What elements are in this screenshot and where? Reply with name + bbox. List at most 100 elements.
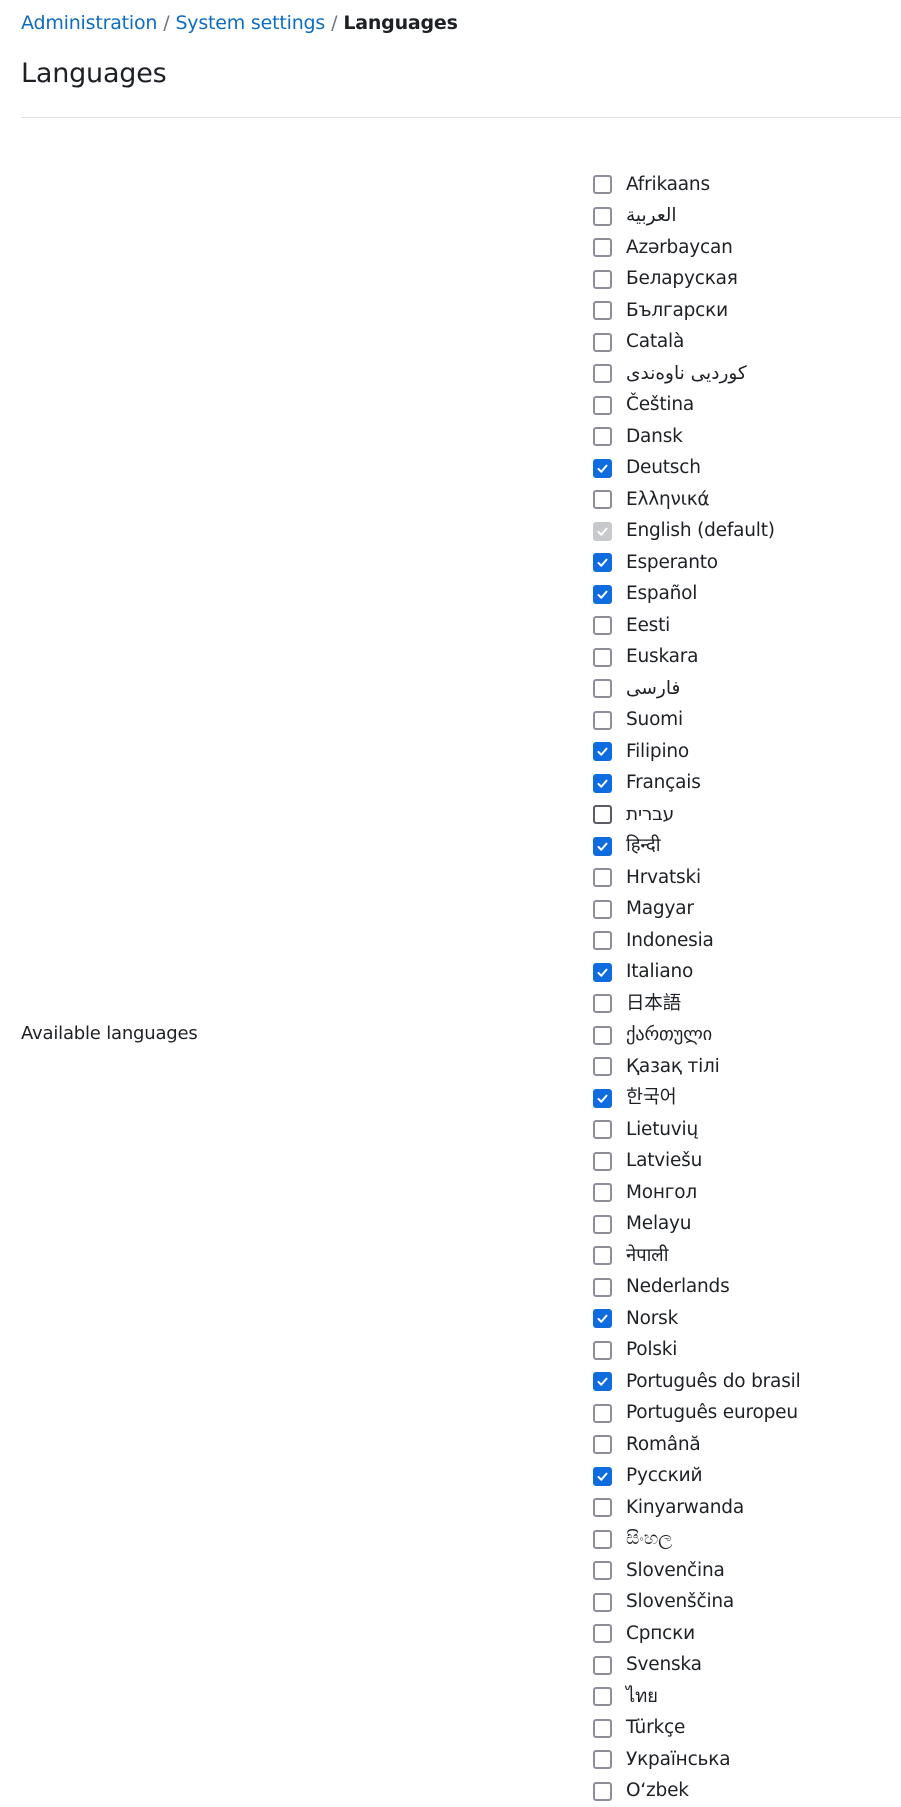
language-label[interactable]: Esperanto <box>626 551 718 575</box>
breadcrumb-link-administration[interactable]: Administration <box>21 12 157 34</box>
language-checkbox[interactable] <box>593 396 612 415</box>
language-label[interactable]: فارسی <box>626 677 680 701</box>
language-checkbox[interactable] <box>593 175 612 194</box>
language-checkbox[interactable] <box>593 1624 612 1643</box>
language-checkbox[interactable] <box>593 490 612 509</box>
language-checkbox[interactable] <box>593 1246 612 1265</box>
language-label[interactable]: 日本語 <box>626 992 681 1016</box>
language-label[interactable]: Filipino <box>626 740 689 764</box>
language-checkbox[interactable] <box>593 207 612 226</box>
language-checkbox[interactable] <box>593 1026 612 1045</box>
language-label[interactable]: Suomi <box>626 708 683 732</box>
language-checkbox[interactable] <box>593 459 612 478</box>
language-label[interactable]: Magyar <box>626 897 694 921</box>
language-label[interactable]: Nederlands <box>626 1275 730 1299</box>
language-checkbox[interactable] <box>593 900 612 919</box>
language-label[interactable]: Português europeu <box>626 1401 798 1425</box>
language-label[interactable]: Српски <box>626 1622 695 1646</box>
language-checkbox[interactable] <box>593 1561 612 1580</box>
language-label[interactable]: Română <box>626 1433 701 1457</box>
language-checkbox[interactable] <box>593 868 612 887</box>
language-checkbox[interactable] <box>593 364 612 383</box>
language-checkbox[interactable] <box>593 774 612 793</box>
language-label[interactable]: Norsk <box>626 1307 678 1331</box>
language-checkbox[interactable] <box>593 679 612 698</box>
language-label[interactable]: Čeština <box>626 393 694 417</box>
language-label[interactable]: Català <box>626 330 684 354</box>
language-label[interactable]: Lietuvių <box>626 1118 698 1142</box>
language-checkbox[interactable] <box>593 585 612 604</box>
language-label[interactable]: Español <box>626 582 697 606</box>
language-label[interactable]: Монгол <box>626 1181 697 1205</box>
language-checkbox[interactable] <box>593 301 612 320</box>
language-checkbox[interactable] <box>593 931 612 950</box>
language-label[interactable]: Latviešu <box>626 1149 702 1173</box>
language-label[interactable]: ქართული <box>626 1023 712 1047</box>
language-checkbox[interactable] <box>593 1120 612 1139</box>
language-checkbox[interactable] <box>593 238 612 257</box>
language-label[interactable]: Français <box>626 771 701 795</box>
language-label[interactable]: नेपाली <box>626 1244 668 1268</box>
language-checkbox[interactable] <box>593 1530 612 1549</box>
language-checkbox[interactable] <box>593 963 612 982</box>
language-label[interactable]: Indonesia <box>626 929 714 953</box>
language-checkbox[interactable] <box>593 1467 612 1486</box>
language-checkbox[interactable] <box>593 1656 612 1675</box>
language-label[interactable]: Русский <box>626 1464 702 1488</box>
language-label[interactable]: Български <box>626 299 728 323</box>
language-label[interactable]: Polski <box>626 1338 677 1362</box>
language-checkbox[interactable] <box>593 333 612 352</box>
language-checkbox[interactable] <box>593 1309 612 1328</box>
language-checkbox[interactable] <box>593 427 612 446</box>
language-label[interactable]: Azərbaycan <box>626 236 733 260</box>
language-checkbox[interactable] <box>593 805 612 824</box>
language-checkbox[interactable] <box>593 553 612 572</box>
language-label[interactable]: 한국어 <box>626 1086 676 1110</box>
language-label[interactable]: Slovenščina <box>626 1590 734 1614</box>
language-checkbox[interactable] <box>593 1498 612 1517</box>
language-label[interactable]: کوردیی ناوەندی <box>626 362 747 386</box>
language-checkbox[interactable] <box>593 1404 612 1423</box>
language-checkbox[interactable] <box>593 1435 612 1454</box>
language-label[interactable]: ไทย <box>626 1685 658 1709</box>
breadcrumb-link-system-settings[interactable]: System settings <box>175 12 325 34</box>
language-label[interactable]: Deutsch <box>626 456 701 480</box>
language-checkbox[interactable] <box>593 1782 612 1801</box>
language-checkbox[interactable] <box>593 1183 612 1202</box>
language-label[interactable]: Қазақ тілі <box>626 1055 720 1079</box>
language-label[interactable]: Svenska <box>626 1653 702 1677</box>
language-label[interactable]: Slovenčina <box>626 1559 725 1583</box>
language-checkbox[interactable] <box>593 742 612 761</box>
language-checkbox[interactable] <box>593 270 612 289</box>
language-label[interactable]: Português do brasil <box>626 1370 801 1394</box>
language-label[interactable]: हिन्दी <box>626 834 660 858</box>
language-checkbox[interactable] <box>593 1372 612 1391</box>
language-label[interactable]: العربية <box>626 204 677 228</box>
language-checkbox[interactable] <box>593 1750 612 1769</box>
language-label[interactable]: Ελληνικά <box>626 488 709 512</box>
language-label[interactable]: Afrikaans <box>626 173 710 197</box>
language-checkbox[interactable] <box>593 1152 612 1171</box>
language-label[interactable]: Kinyarwanda <box>626 1496 744 1520</box>
language-checkbox[interactable] <box>593 1089 612 1108</box>
language-label[interactable]: Eesti <box>626 614 670 638</box>
language-checkbox[interactable] <box>593 1057 612 1076</box>
language-label[interactable]: O‘zbek <box>626 1779 689 1803</box>
language-label[interactable]: Dansk <box>626 425 683 449</box>
language-label[interactable]: Melayu <box>626 1212 691 1236</box>
language-checkbox[interactable] <box>593 994 612 1013</box>
language-label[interactable]: Italiano <box>626 960 693 984</box>
language-checkbox[interactable] <box>593 1215 612 1234</box>
language-label[interactable]: Türkçe <box>626 1716 685 1740</box>
language-label[interactable]: Euskara <box>626 645 698 669</box>
language-checkbox[interactable] <box>593 1687 612 1706</box>
language-label[interactable]: Беларуская <box>626 267 738 291</box>
language-checkbox[interactable] <box>593 1341 612 1360</box>
language-label[interactable]: Hrvatski <box>626 866 701 890</box>
language-checkbox[interactable] <box>593 616 612 635</box>
language-checkbox[interactable] <box>593 711 612 730</box>
language-label[interactable]: עברית <box>626 803 674 827</box>
language-checkbox[interactable] <box>593 1719 612 1738</box>
language-label[interactable]: Українська <box>626 1748 730 1772</box>
language-label[interactable]: සිංහල <box>626 1527 672 1551</box>
